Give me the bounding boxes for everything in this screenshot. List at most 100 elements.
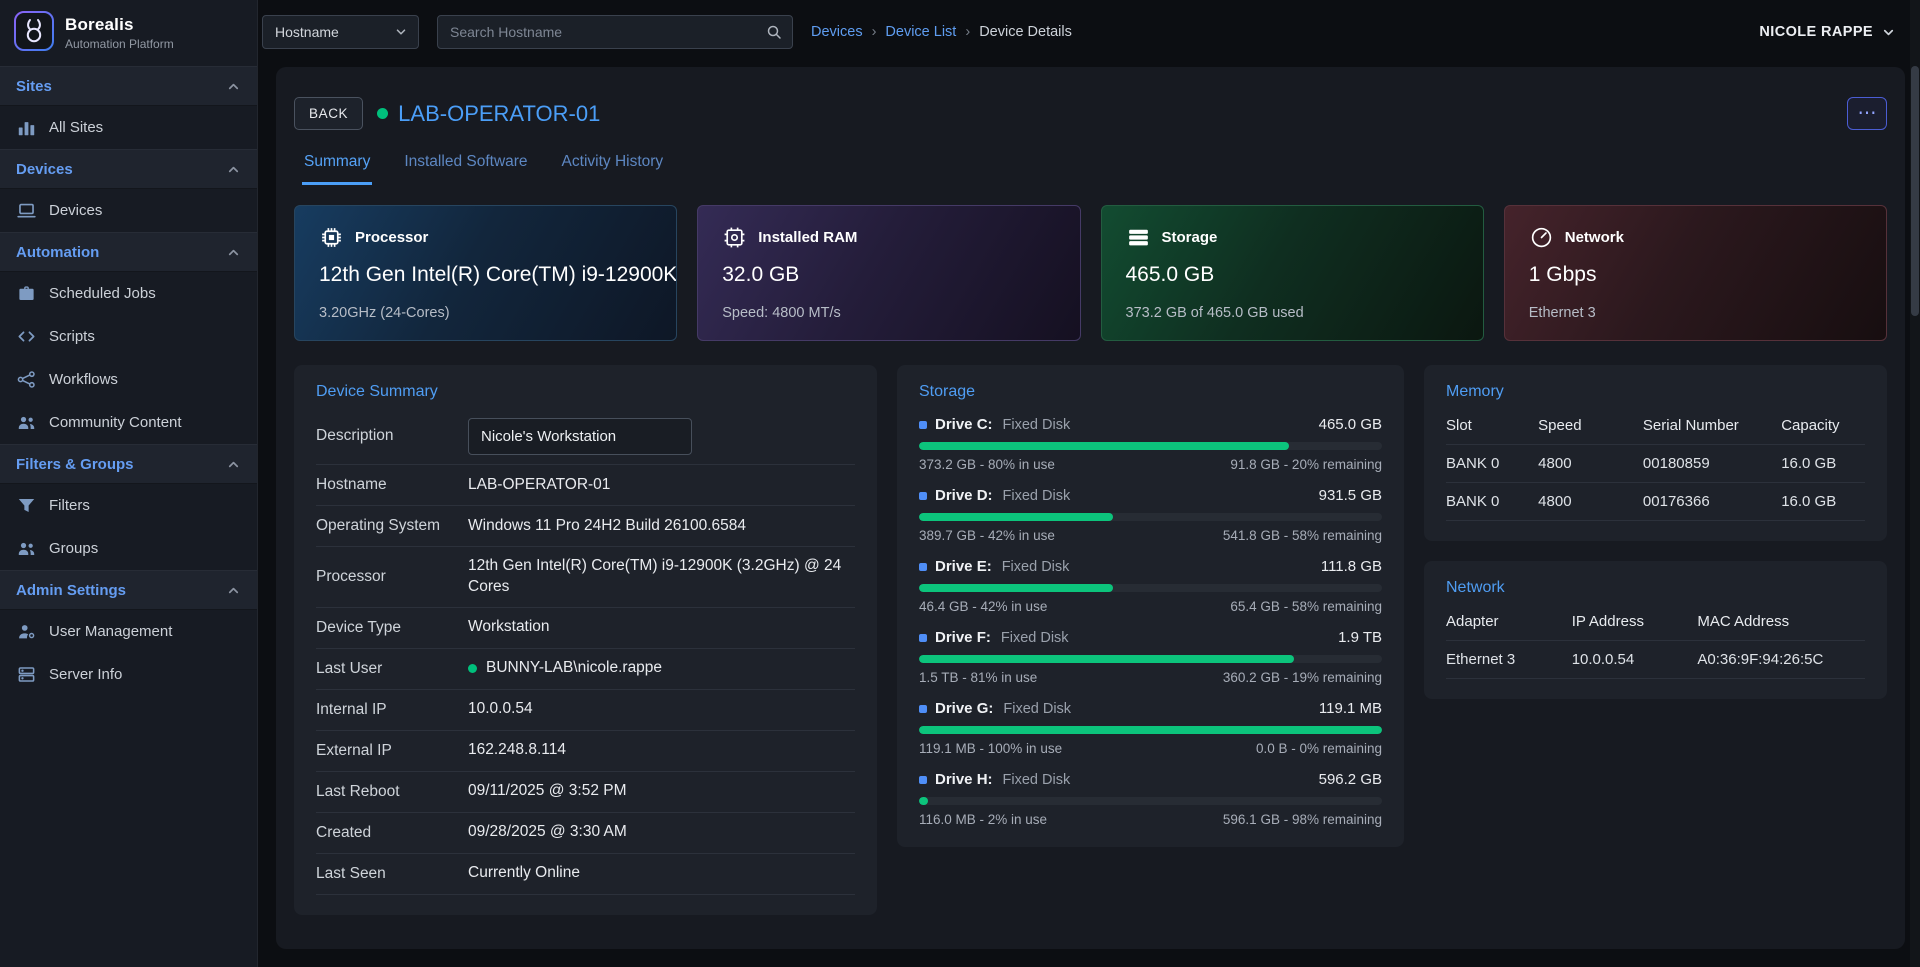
sidebar-item-label: User Management <box>49 623 172 640</box>
sidebar-section-admin-settings[interactable]: Admin Settings <box>0 570 257 610</box>
memory-title: Memory <box>1446 383 1865 401</box>
hostname-filter-select[interactable]: Hostname <box>262 15 419 49</box>
bar-chart-icon <box>17 118 36 137</box>
drive-row-d: Drive D: Fixed Disk 931.5 GB 389.7 GB - … <box>919 487 1382 543</box>
memory-card: Memory Slot Speed Serial Number Capacity… <box>1424 365 1887 541</box>
table-row: Created 09/28/2025 @ 3:30 AM <box>316 813 855 854</box>
drive-usage-bar <box>919 726 1382 734</box>
chevron-up-icon <box>226 162 241 177</box>
section-label: Devices <box>16 161 73 178</box>
section-label: Sites <box>16 78 52 95</box>
section-label: Automation <box>16 244 99 261</box>
device-name-title: LAB-OPERATOR-01 <box>398 101 600 127</box>
logo[interactable]: Borealis Automation Platform <box>0 0 257 66</box>
storage-title: Storage <box>919 383 1382 401</box>
online-status-dot <box>468 664 477 673</box>
stat-subtitle: 373.2 GB of 465.0 GB used <box>1126 305 1459 321</box>
stat-value: 12th Gen Intel(R) Core(TM) i9-12900K <box>319 263 652 287</box>
bunny-logo-icon <box>14 11 54 55</box>
sidebar-item-server-info[interactable]: Server Info <box>0 653 257 696</box>
cpu-chip-icon <box>319 225 344 250</box>
section-label: Admin Settings <box>16 582 126 599</box>
stat-subtitle: 3.20GHz (24-Cores) <box>319 305 652 321</box>
drive-row-g: Drive G: Fixed Disk 119.1 MB 119.1 MB - … <box>919 700 1382 756</box>
drive-usage-bar <box>919 584 1382 592</box>
memory-table: Slot Speed Serial Number Capacity BANK 0… <box>1446 407 1865 521</box>
nodes-icon <box>17 370 36 389</box>
people-icon <box>17 413 36 432</box>
app-root: Borealis Automation Platform Sites All S… <box>0 0 1920 967</box>
logo-subtitle: Automation Platform <box>65 37 174 51</box>
sidebar-item-label: Workflows <box>49 371 118 388</box>
tab-activity-history[interactable]: Activity History <box>560 145 666 185</box>
device-summary-table: Description Hostname LAB-OPERATOR-01 Ope… <box>316 409 855 895</box>
more-actions-button[interactable]: ⋯ <box>1847 97 1887 130</box>
drive-row-f: Drive F: Fixed Disk 1.9 TB 1.5 TB - 81% … <box>919 629 1382 685</box>
stat-card-storage: Storage 465.0 GB 373.2 GB of 465.0 GB us… <box>1101 205 1484 341</box>
tab-installed-software[interactable]: Installed Software <box>402 145 529 185</box>
sidebar-item-devices[interactable]: Devices <box>0 189 257 232</box>
breadcrumb: Devices › Device List › Device Details <box>811 24 1072 40</box>
search-hostname-input[interactable] <box>450 24 766 40</box>
sidebar-item-label: Server Info <box>49 666 122 683</box>
sidebar-item-label: Groups <box>49 540 98 557</box>
sidebar-item-scripts[interactable]: Scripts <box>0 315 257 358</box>
breadcrumb-device-list[interactable]: Device List <box>885 24 956 40</box>
detail-columns: Device Summary Description Hostname LAB-… <box>294 365 1887 915</box>
drive-bullet-icon <box>919 776 927 784</box>
stat-value: 1 Gbps <box>1529 263 1862 287</box>
network-title: Network <box>1446 579 1865 597</box>
drive-usage-bar <box>919 513 1382 521</box>
back-button[interactable]: BACK <box>294 97 363 130</box>
chevron-up-icon <box>226 245 241 260</box>
sidebar-section-sites[interactable]: Sites <box>0 66 257 106</box>
sidebar-item-label: Filters <box>49 497 90 514</box>
table-row: Device Type Workstation <box>316 608 855 649</box>
table-row: Processor 12th Gen Intel(R) Core(TM) i9-… <box>316 547 855 608</box>
right-column: Memory Slot Speed Serial Number Capacity… <box>1424 365 1887 699</box>
sidebar-section-filters-groups[interactable]: Filters & Groups <box>0 444 257 484</box>
stat-title: Processor <box>355 229 428 246</box>
sidebar-section-devices[interactable]: Devices <box>0 149 257 189</box>
device-summary-card: Device Summary Description Hostname LAB-… <box>294 365 877 915</box>
tab-bar: Summary Installed Software Activity Hist… <box>294 145 1887 185</box>
device-summary-title: Device Summary <box>316 383 855 401</box>
table-row: Ethernet 3 10.0.0.54 A0:36:9F:94:26:5C <box>1446 641 1865 679</box>
funnel-icon <box>17 496 36 515</box>
drive-bullet-icon <box>919 634 927 642</box>
table-header-row: Adapter IP Address MAC Address <box>1446 603 1865 641</box>
drive-bullet-icon <box>919 563 927 571</box>
sidebar-section-automation[interactable]: Automation <box>0 232 257 272</box>
sidebar-item-community-content[interactable]: Community Content <box>0 401 257 444</box>
table-row: Last Reboot 09/11/2025 @ 3:52 PM <box>316 772 855 813</box>
sidebar-item-scheduled-jobs[interactable]: Scheduled Jobs <box>0 272 257 315</box>
user-menu[interactable]: NICOLE RAPPE <box>1759 24 1896 40</box>
user-gear-icon <box>17 622 36 641</box>
server-icon <box>17 665 36 684</box>
description-input[interactable] <box>468 418 692 455</box>
table-row: Hostname LAB-OPERATOR-01 <box>316 465 855 506</box>
breadcrumb-separator: › <box>965 24 970 40</box>
drive-row-c: Drive C: Fixed Disk 465.0 GB 373.2 GB - … <box>919 416 1382 472</box>
scrollbar-thumb[interactable] <box>1911 66 1919 316</box>
sidebar-item-workflows[interactable]: Workflows <box>0 358 257 401</box>
network-gauge-icon <box>1529 225 1554 250</box>
sidebar-item-filters[interactable]: Filters <box>0 484 257 527</box>
breadcrumb-devices[interactable]: Devices <box>811 24 863 40</box>
drive-bullet-icon <box>919 705 927 713</box>
storage-card: Storage Drive C: Fixed Disk 465.0 GB 373… <box>897 365 1404 847</box>
sidebar-item-all-sites[interactable]: All Sites <box>0 106 257 149</box>
sidebar-item-groups[interactable]: Groups <box>0 527 257 570</box>
tab-summary[interactable]: Summary <box>302 145 372 185</box>
search-icon[interactable] <box>766 24 782 40</box>
briefcase-icon <box>17 284 36 303</box>
search-box <box>437 15 793 49</box>
table-row: External IP 162.248.8.114 <box>316 731 855 772</box>
drive-row-h: Drive H: Fixed Disk 596.2 GB 116.0 MB - … <box>919 771 1382 827</box>
sidebar-item-user-management[interactable]: User Management <box>0 610 257 653</box>
drive-row-e: Drive E: Fixed Disk 111.8 GB 46.4 GB - 4… <box>919 558 1382 614</box>
device-details-panel: BACK LAB-OPERATOR-01 ⋯ Summary Installed… <box>276 67 1905 949</box>
table-row: Internal IP 10.0.0.54 <box>316 690 855 731</box>
drive-usage-bar <box>919 797 1382 805</box>
section-label: Filters & Groups <box>16 456 134 473</box>
